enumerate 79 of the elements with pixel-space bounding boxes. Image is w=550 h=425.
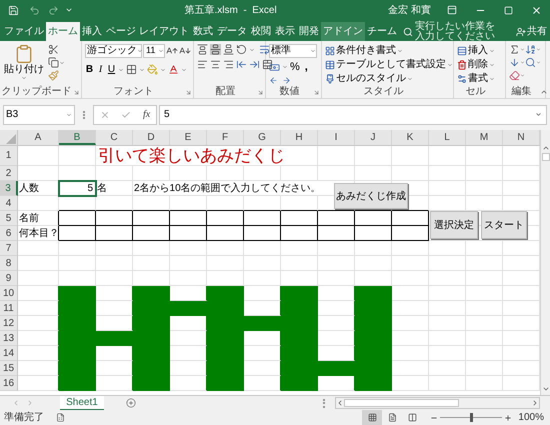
cells-menu-button[interactable]: 挿入 (468, 44, 488, 57)
bold-button[interactable]: B (85, 62, 94, 77)
sheet-tab[interactable]: Sheet1 (60, 396, 104, 410)
ribbon-tab[interactable]: 開発 (296, 22, 321, 41)
row-header[interactable]: 6 (0, 226, 18, 241)
ribbon-tab[interactable]: 表示 (272, 22, 297, 41)
ribbon-tab[interactable]: ファイル (2, 22, 46, 41)
column-header[interactable]: E (170, 130, 207, 145)
cells-menu-button[interactable]: 削除 (468, 58, 488, 71)
table-cell: 引いて楽しいあみだくじ (96, 146, 318, 166)
underline-button[interactable]: U (107, 62, 116, 77)
row-header[interactable]: 4 (0, 196, 18, 211)
column-header[interactable]: J (355, 130, 392, 145)
zoom-level: 100% (518, 411, 544, 425)
percent-button[interactable]: % (290, 61, 300, 73)
ribbon-tab[interactable]: ページ レイアウト (104, 22, 191, 41)
ribbon-tab[interactable]: ホーム (46, 22, 80, 41)
row-header[interactable]: 13 (0, 331, 18, 346)
group-label: スタイル (364, 86, 404, 98)
macro-button[interactable]: 選択決定 (430, 211, 478, 239)
row-header[interactable]: 3 (0, 181, 18, 196)
row-header[interactable]: 7 (0, 241, 18, 256)
column-header[interactable]: B (59, 130, 96, 145)
active-cell[interactable]: 5 (59, 181, 96, 196)
style-menu-button[interactable]: セルのスタイル (336, 72, 406, 85)
column-header[interactable]: G (244, 130, 281, 145)
status-text: 準備完了 (4, 410, 44, 425)
group-label: 編集 (512, 86, 532, 98)
italic-button[interactable]: I (96, 62, 105, 77)
name-box[interactable]: B3 (3, 104, 75, 124)
group-label: フォント (114, 86, 154, 98)
group-label: 配置 (216, 86, 236, 98)
comma-button[interactable]: , (304, 61, 308, 73)
paste-button[interactable]: 貼り付け (3, 44, 45, 81)
cells-menu-button[interactable]: 書式 (468, 72, 488, 85)
table-cell: 何本目？ (18, 226, 59, 241)
ribbon-tab[interactable]: アドイン (320, 22, 365, 41)
style-menu-button[interactable]: テーブルとして書式設定 (336, 58, 446, 71)
column-header[interactable]: C (96, 130, 133, 145)
window-title: 第五章.xlsm - Excel (184, 4, 277, 18)
column-header[interactable]: D (133, 130, 170, 145)
column-header[interactable]: M (466, 130, 503, 145)
row-header[interactable]: 2 (0, 166, 18, 181)
user-name[interactable]: 金宏 和實 (388, 2, 431, 18)
ribbon-tab[interactable]: 校閲 (248, 22, 273, 41)
row-header[interactable]: 12 (0, 316, 18, 331)
macro-button[interactable]: スタート (481, 211, 527, 239)
column-header[interactable]: H (281, 130, 318, 145)
column-header[interactable]: F (207, 130, 244, 145)
row-header[interactable]: 15 (0, 361, 18, 376)
table-cell: 名前 (18, 211, 59, 226)
ribbon-tab[interactable]: チーム (364, 22, 399, 41)
ribbon-tab[interactable]: データ (214, 22, 249, 41)
row-header[interactable]: 9 (0, 271, 18, 286)
ribbon-tab[interactable]: 挿入 (80, 22, 104, 41)
insert-function-button[interactable]: fx (142, 107, 150, 122)
row-header[interactable]: 16 (0, 376, 18, 391)
style-menu-button[interactable]: 条件付き書式 (336, 44, 396, 57)
row-header[interactable]: 11 (0, 301, 18, 316)
share-button[interactable]: 共有 (527, 24, 547, 39)
row-header[interactable]: 5 (0, 211, 18, 226)
font-size-field[interactable]: 11 (143, 44, 165, 58)
number-format-field[interactable]: 標準 (269, 44, 317, 58)
ribbon-tab[interactable]: 数式 (190, 22, 215, 41)
column-header[interactable]: L (429, 130, 466, 145)
tell-me-field[interactable]: 実行したい作業を入力してください (414, 22, 496, 42)
formula-field[interactable]: 5 (159, 104, 547, 124)
group-label: 数値 (280, 86, 300, 98)
font-name-field[interactable]: 游ゴシック (85, 44, 142, 58)
row-header[interactable]: 14 (0, 346, 18, 361)
table-cell: 人数 (18, 181, 59, 196)
column-header[interactable]: K (392, 130, 429, 145)
column-header[interactable]: I (318, 130, 355, 145)
row-header[interactable]: 1 (0, 146, 18, 166)
group-label: クリップボード (2, 86, 72, 98)
row-header[interactable]: 10 (0, 286, 18, 301)
group-label: セル (466, 86, 486, 98)
table-cell: 名 (96, 181, 133, 196)
row-header[interactable]: 8 (0, 256, 18, 271)
